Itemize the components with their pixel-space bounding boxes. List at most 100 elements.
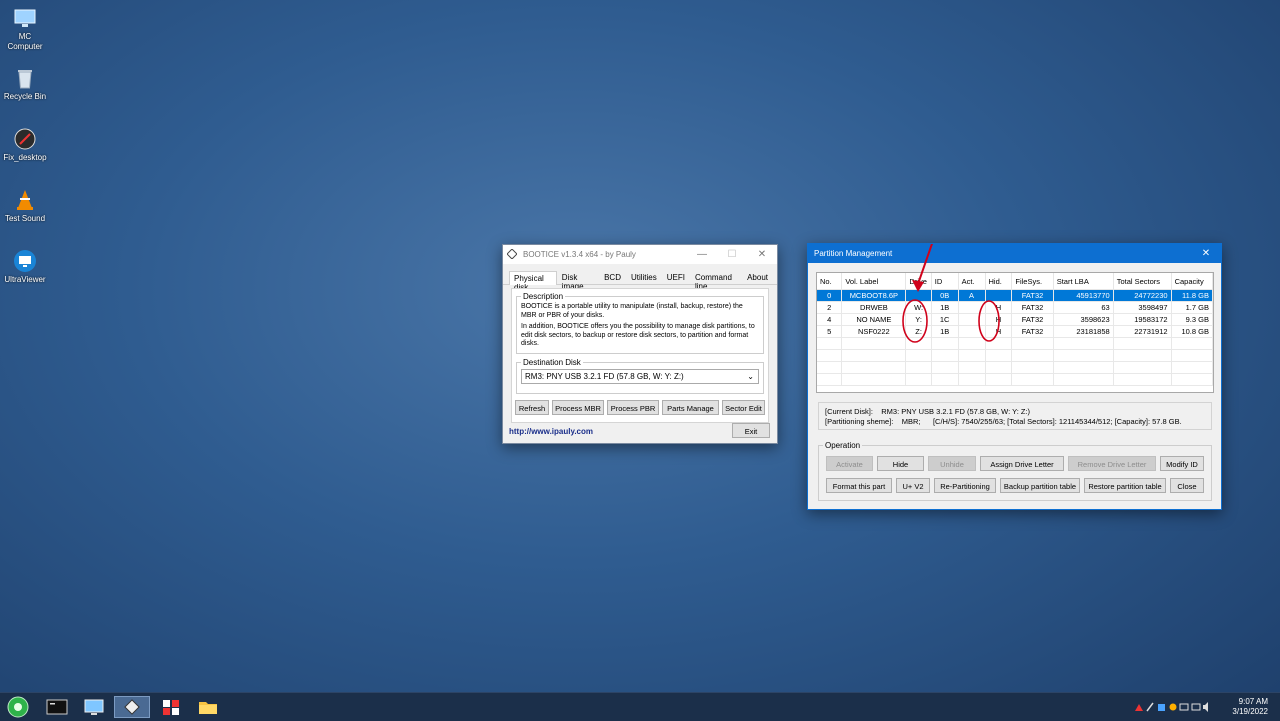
cell-total-sectors: 3598497	[1113, 301, 1172, 314]
cell-total-sectors: 22731912	[1113, 325, 1172, 338]
restore-partition-table-button[interactable]: Restore partition table	[1084, 478, 1166, 493]
desktop-icon-ultraviewer[interactable]: UltraViewer	[0, 249, 50, 285]
table-row[interactable]: 5 NSF0222 Z: 1B H FAT32 23181858 2273191…	[817, 325, 1213, 338]
activate-button[interactable]: Activate	[826, 456, 873, 471]
desktop-icon-recycle-bin[interactable]: Recycle Bin	[0, 66, 50, 102]
table-row-empty	[817, 373, 1213, 386]
cell-start-lba: 23181858	[1053, 325, 1114, 338]
cell-drive: W:	[905, 301, 932, 314]
description-group: Description BOOTICE is a portable utilit…	[516, 292, 764, 354]
taskbar-bootice[interactable]	[114, 696, 150, 718]
cell-total-sectors: 19583172	[1113, 313, 1172, 326]
taskbar-clock[interactable]: 9:07 AM 3/19/2022	[1232, 697, 1268, 717]
chevron-down-icon: ⌄	[747, 372, 754, 381]
taskbar: 9:07 AM 3/19/2022	[0, 692, 1280, 721]
col-start-lba[interactable]: Start LBA	[1053, 273, 1114, 290]
refresh-button[interactable]: Refresh	[515, 400, 549, 415]
uplus-v2-button[interactable]: U+ V2	[896, 478, 930, 493]
description-legend: Description	[523, 292, 564, 301]
col-drive[interactable]: Drive	[905, 273, 932, 290]
start-button[interactable]	[4, 696, 32, 718]
tab-bcd[interactable]: BCD	[599, 270, 626, 284]
close-dialog-button[interactable]: Close	[1170, 478, 1204, 493]
terminal-icon	[46, 699, 68, 715]
description-text-1: BOOTICE is a portable utility to manipul…	[521, 303, 743, 319]
re-partitioning-button[interactable]: Re-Partitioning	[934, 478, 996, 493]
ipauly-link[interactable]: http://www.ipauly.com	[509, 427, 593, 436]
minimize-button[interactable]: —	[687, 245, 717, 264]
col-vol-label[interactable]: Vol. Label	[841, 273, 907, 290]
desktop-icon-label: MC Computer	[7, 32, 43, 51]
destination-legend: Destination Disk	[523, 358, 581, 367]
col-filesys[interactable]: FileSys.	[1011, 273, 1054, 290]
cell-vol-label: DRWEB	[841, 301, 907, 314]
col-id[interactable]: ID	[931, 273, 959, 290]
cell-start-lba: 3598623	[1053, 313, 1114, 326]
taskbar-app[interactable]	[156, 696, 186, 718]
desktop-icon-fix-desktop[interactable]: Fix_desktop	[0, 127, 50, 163]
remove-drive-letter-button[interactable]: Remove Drive Letter	[1068, 456, 1156, 471]
exit-button[interactable]: Exit	[732, 423, 770, 438]
window-title: Partition Management	[814, 249, 893, 258]
bootice-tabs: Physical disk Disk image BCD Utilities U…	[503, 264, 777, 292]
modify-id-button[interactable]: Modify ID	[1160, 456, 1204, 471]
desktop-icon-label: Test Sound	[4, 214, 46, 223]
process-pbr-button[interactable]: Process PBR	[607, 400, 659, 415]
recycle-bin-icon	[13, 66, 37, 90]
table-row[interactable]: 2 DRWEB W: 1B H FAT32 63 3598497 1.7 GB	[817, 301, 1213, 314]
col-no[interactable]: No.	[817, 273, 843, 290]
cell-hid: H	[985, 301, 1013, 314]
cell-capacity: 9.3 GB	[1171, 313, 1213, 326]
table-row[interactable]: 0 MCBOOT8.6P 0B A FAT32 45913770 2477223…	[817, 289, 1213, 302]
table-row-empty	[817, 337, 1213, 350]
process-mbr-button[interactable]: Process MBR	[552, 400, 604, 415]
backup-partition-table-button[interactable]: Backup partition table	[1000, 478, 1080, 493]
taskbar-file-explorer[interactable]	[193, 696, 223, 718]
tab-about[interactable]: About	[742, 270, 773, 284]
folder-icon	[199, 702, 217, 714]
desktop-icon-computer[interactable]: MC Computer	[0, 6, 50, 52]
cell-vol-label: NSF0222	[841, 325, 907, 338]
tab-utilities[interactable]: Utilities	[626, 270, 662, 284]
table-header: No. Vol. Label Drive ID Act. Hid. FileSy…	[817, 273, 1213, 290]
cell-act: A	[958, 289, 986, 302]
clock-time: 9:07 AM	[1238, 697, 1268, 706]
sector-edit-button[interactable]: Sector Edit	[722, 400, 765, 415]
taskbar-cmd[interactable]	[42, 696, 72, 718]
assign-drive-letter-button[interactable]: Assign Drive Letter	[980, 456, 1064, 471]
cell-capacity: 11.8 GB	[1171, 289, 1213, 302]
cell-act	[958, 313, 986, 326]
col-hid[interactable]: Hid.	[985, 273, 1013, 290]
destination-disk-select[interactable]: RM3: PNY USB 3.2.1 FD (57.8 GB, W: Y: Z:…	[521, 369, 759, 384]
bootice-titlebar[interactable]: BOOTICE v1.3.4 x64 - by Pauly — ☐ ✕	[503, 245, 777, 264]
cell-drive: Y:	[905, 313, 932, 326]
cell-drive	[905, 289, 932, 302]
partition-titlebar[interactable]: Partition Management ✕	[808, 244, 1221, 263]
col-act[interactable]: Act.	[958, 273, 986, 290]
cell-id: 1B	[931, 325, 959, 338]
cell-filesys: FAT32	[1011, 313, 1054, 326]
tab-physical-disk[interactable]: Physical disk	[509, 271, 557, 292]
hide-button[interactable]: Hide	[877, 456, 924, 471]
desktop-icon-label: Fix_desktop	[3, 153, 47, 162]
table-row[interactable]: 4 NO NAME Y: 1C H FAT32 3598623 19583172…	[817, 313, 1213, 326]
cell-vol-label: NO NAME	[841, 313, 907, 326]
col-capacity[interactable]: Capacity	[1171, 273, 1213, 290]
taskbar-ultraviewer[interactable]	[79, 696, 109, 718]
tray-pen-icon	[1146, 702, 1154, 712]
tab-uefi[interactable]: UEFI	[662, 270, 690, 284]
tab-command-line[interactable]: Command line	[690, 270, 742, 291]
parts-manage-button[interactable]: Parts Manage	[662, 400, 719, 415]
desktop-icon-test-sound[interactable]: Test Sound	[0, 188, 50, 224]
format-this-part-button[interactable]: Format this part	[826, 478, 892, 493]
unhide-button[interactable]: Unhide	[928, 456, 976, 471]
col-total-sectors[interactable]: Total Sectors	[1113, 273, 1172, 290]
partition-list[interactable]: No. Vol. Label Drive ID Act. Hid. FileSy…	[816, 272, 1214, 393]
close-button[interactable]: ✕	[747, 245, 777, 264]
table-row-empty	[817, 349, 1213, 362]
partition-management-window: Partition Management ✕ No. Vol. Label Dr…	[807, 243, 1222, 510]
bootice-window: BOOTICE v1.3.4 x64 - by Pauly — ☐ ✕ Phys…	[502, 244, 778, 444]
maximize-button[interactable]: ☐	[717, 245, 747, 264]
close-button[interactable]: ✕	[1191, 244, 1221, 263]
tab-disk-image[interactable]: Disk image	[557, 270, 599, 291]
